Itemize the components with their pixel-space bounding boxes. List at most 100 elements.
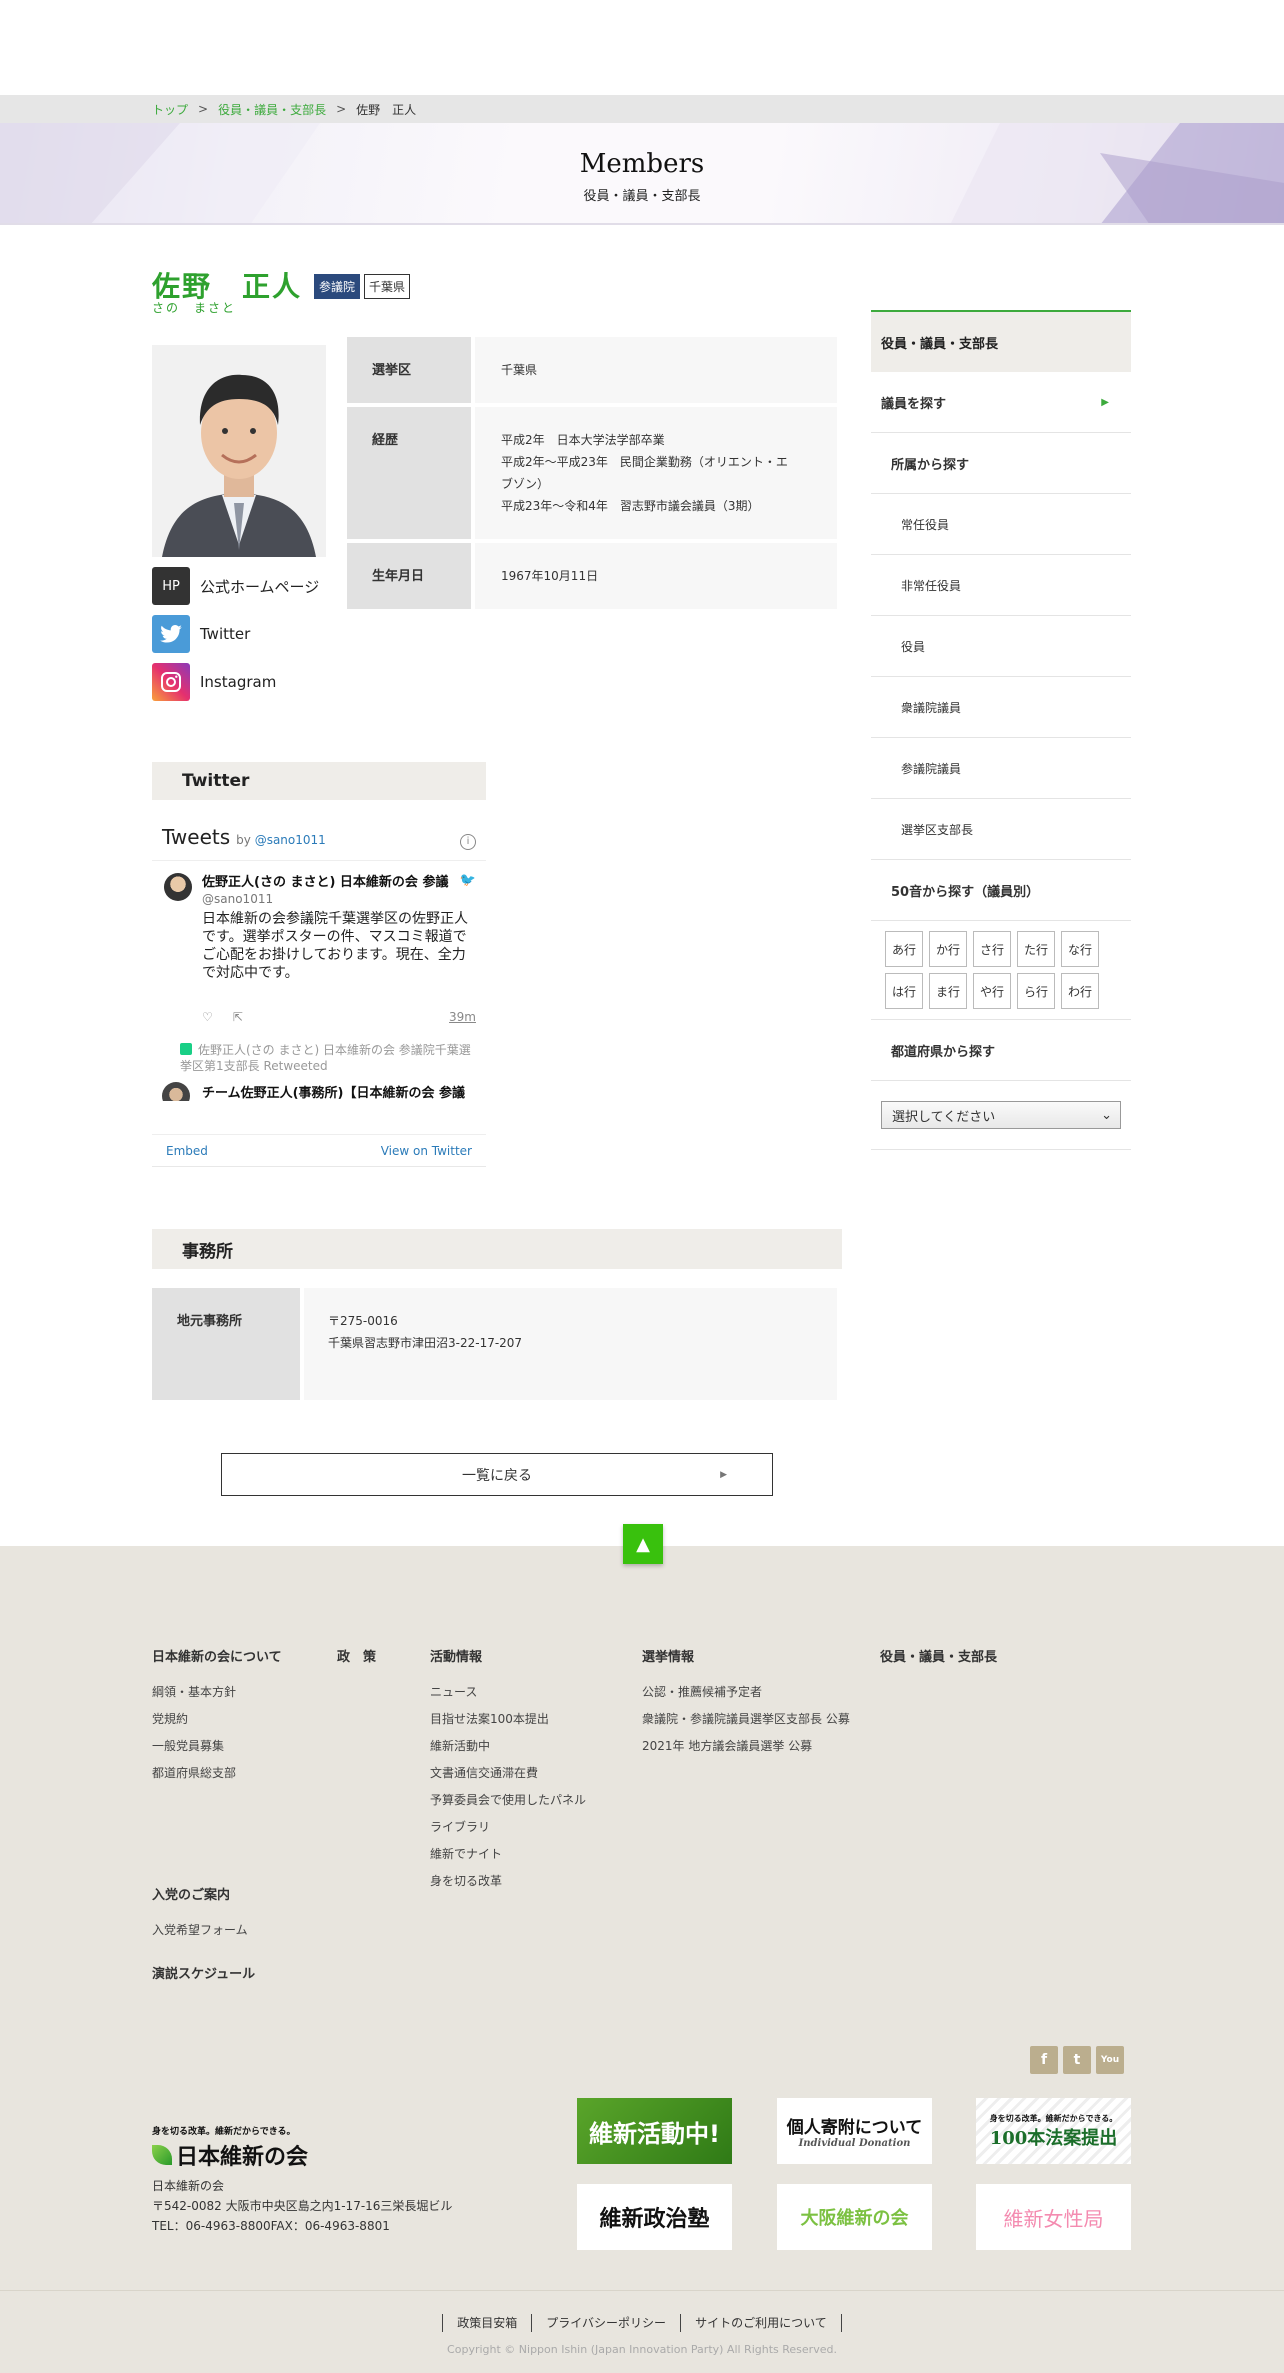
banner-seiji-juku[interactable]: 維新政治塾 [577, 2184, 732, 2250]
footer-link[interactable]: 維新でナイト [430, 1845, 586, 1862]
sidebar-search-members[interactable]: 議員を探す ▶ [871, 372, 1131, 433]
banner-osaka-ishin[interactable]: 大阪維新の会 [777, 2184, 932, 2250]
top-header [0, 0, 1284, 95]
footer-logo[interactable]: 身を切る改革。維新だからできる。 日本維新の会 [152, 2124, 308, 2171]
kana-button-sa[interactable]: さ行 [973, 931, 1011, 967]
footer-link[interactable]: 党規約 [152, 1710, 282, 1727]
embed-link[interactable]: Embed [166, 1144, 208, 1158]
sidebar-by-prefecture[interactable]: 都道府県から探す [871, 1020, 1131, 1081]
banner-ishin-katsudo[interactable]: 維新活動中! [577, 2098, 732, 2164]
footer-link[interactable]: 身を切る改革 [430, 1872, 586, 1889]
footer-link[interactable]: ライブラリ [430, 1818, 586, 1835]
avatar[interactable] [162, 1082, 190, 1101]
avatar[interactable] [164, 873, 192, 901]
twitter-icon[interactable]: t [1063, 2046, 1091, 2074]
sidebar-item-lower-house[interactable]: 衆議院議員 [871, 677, 1131, 738]
timeline-header: Tweets by @sano1011 i [152, 815, 486, 860]
footer-join-heading[interactable]: 入党のご案内 [152, 1884, 230, 1903]
sidebar-by-kana[interactable]: 50音から探す（議員別） [871, 860, 1131, 921]
office-label: 地元事務所 [152, 1288, 304, 1400]
tweet-author-name[interactable]: チーム佐野正人(事務所)【日本維新の会 参議 [152, 1074, 486, 1101]
twitter-section-heading: Twitter [152, 762, 486, 800]
twitter-label: Twitter [200, 625, 251, 643]
instagram-link[interactable]: Instagram [152, 663, 319, 701]
youtube-icon[interactable]: You [1096, 2046, 1124, 2074]
footer-heading[interactable]: 活動情報 [430, 1646, 586, 1665]
banner-donation-title: 個人寄附について [786, 2118, 923, 2138]
facebook-icon[interactable]: f [1030, 2046, 1058, 2074]
footer-link[interactable]: 2021年 地方議会議員選挙 公募 [642, 1737, 850, 1754]
footer-link[interactable]: 一般党員募集 [152, 1737, 282, 1754]
tweet2-author: チーム佐野正人(事務所)【日本維新の会 参議 [202, 1086, 466, 1101]
kana-button-ha[interactable]: は行 [885, 973, 923, 1009]
footer-link[interactable]: ニュース [430, 1683, 586, 1700]
sidebar-item-branch-heads[interactable]: 選挙区支部長 [871, 799, 1131, 860]
view-on-twitter-link[interactable]: View on Twitter [381, 1144, 472, 1158]
tweet-item[interactable]: 🐦 佐野正人(さの まさと) 日本維新の会 参議 @sano1011 日本維新の… [152, 860, 486, 1028]
footer-link-opinion-box[interactable]: 政策目安箱 [442, 2314, 531, 2332]
footer-heading[interactable]: 政 策 [337, 1646, 376, 1665]
back-to-list-button[interactable]: 一覧に戻る ▶ [221, 1453, 773, 1496]
kana-button-ka[interactable]: か行 [929, 931, 967, 967]
footer-link-terms[interactable]: サイトのご利用について [680, 2314, 842, 2332]
kana-button-a[interactable]: あ行 [885, 931, 923, 967]
kana-button-wa[interactable]: わ行 [1061, 973, 1099, 1009]
footer-link[interactable]: 都道府県総支部 [152, 1764, 282, 1781]
like-icon[interactable]: ♡ [202, 1010, 213, 1024]
tweet-author-handle[interactable]: @sano1011 [202, 892, 476, 906]
tweet-timestamp[interactable]: 39m [449, 1010, 476, 1024]
back-to-top-button[interactable]: ▲ [623, 1524, 663, 1564]
timeline-handle-link[interactable]: @sano1011 [255, 833, 326, 847]
sidebar-item-officers[interactable]: 役員 [871, 616, 1131, 677]
footer-heading[interactable]: 役員・議員・支部長 [880, 1646, 997, 1665]
sidebar-item-standing-officers[interactable]: 常任役員 [871, 494, 1131, 555]
breadcrumb-separator: > [198, 102, 209, 116]
prefecture-select[interactable]: 選択してください ⌄ [881, 1101, 1121, 1129]
retweet-note: 佐野正人(さの まさと) 日本維新の会 参議院千葉選挙区第1支部長 Retwee… [152, 1028, 486, 1074]
prefecture-select-wrapper: 選択してください ⌄ [871, 1081, 1131, 1150]
homepage-icon: HP [152, 567, 190, 605]
sidebar-item-non-standing-officers[interactable]: 非常任役員 [871, 555, 1131, 616]
footer-link[interactable]: 維新活動中 [430, 1737, 586, 1754]
sidebar-item-upper-house[interactable]: 参議院議員 [871, 738, 1131, 799]
tweet-author-name[interactable]: 佐野正人(さの まさと) 日本維新の会 参議 [202, 871, 457, 890]
logo-name: 日本維新の会 [176, 2144, 309, 2170]
footer-link-privacy[interactable]: プライバシーポリシー [531, 2314, 680, 2332]
footer-link[interactable]: 綱領・基本方針 [152, 1683, 282, 1700]
footer-heading[interactable]: 選挙情報 [642, 1646, 850, 1665]
logo-tagline: 身を切る改革。維新だからできる。 [152, 2127, 296, 2137]
profile-table: 選挙区 千葉県 経歴 平成2年 日本大学法学部卒業 平成2年～平成23年 民間企… [347, 333, 837, 613]
homepage-link[interactable]: HP 公式ホームページ [152, 567, 319, 605]
kana-button-ma[interactable]: ま行 [929, 973, 967, 1009]
footer-speech-schedule[interactable]: 演説スケジュール [152, 1963, 255, 1982]
office-table: 地元事務所 〒275-0016 千葉県習志野市津田沼3-22-17-207 [152, 1288, 837, 1400]
timeline-footer: Embed View on Twitter [152, 1134, 486, 1166]
member-photo [152, 345, 326, 557]
twitter-link[interactable]: Twitter [152, 615, 319, 653]
banner-women-bureau[interactable]: 維新女性局 [976, 2184, 1131, 2250]
breadcrumb-members[interactable]: 役員・議員・支部長 [218, 101, 326, 118]
member-name-kana: さの まさと [152, 301, 237, 315]
banner-100-bills[interactable]: 身を切る改革。維新だからできる。 100本法案提出 [976, 2098, 1131, 2164]
info-icon[interactable]: i [460, 834, 476, 850]
footer-join-form-link[interactable]: 入党希望フォーム [152, 1921, 248, 1938]
house-badge: 参議院 [314, 274, 361, 299]
footer-link[interactable]: 予算委員会で使用したパネル [430, 1791, 586, 1808]
kana-button-ya[interactable]: や行 [973, 973, 1011, 1009]
chevron-down-icon: ⌄ [1101, 1107, 1112, 1123]
breadcrumb-current: 佐野 正人 [356, 102, 417, 117]
retweet-icon [180, 1043, 192, 1055]
kana-button-na[interactable]: な行 [1061, 931, 1099, 967]
twitter-timeline[interactable]: Tweets by @sano1011 i 🐦 佐野正人(さの まさと) 日本維… [152, 815, 486, 1167]
banner-donation[interactable]: 個人寄附について Individual Donation [777, 2098, 932, 2164]
kana-button-ta[interactable]: た行 [1017, 931, 1055, 967]
sidebar-by-affiliation[interactable]: 所属から探す [871, 433, 1131, 494]
kana-button-ra[interactable]: ら行 [1017, 973, 1055, 1009]
footer-link[interactable]: 衆議院・参議院議員選挙区支部長 公募 [642, 1710, 850, 1727]
footer-link[interactable]: 目指せ法案100本提出 [430, 1710, 586, 1727]
share-icon[interactable]: ⇱ [233, 1010, 243, 1024]
footer-heading[interactable]: 日本維新の会について [152, 1646, 282, 1665]
footer-link[interactable]: 文書通信交通滞在費 [430, 1764, 586, 1781]
breadcrumb-home[interactable]: トップ [152, 101, 188, 118]
footer-link[interactable]: 公認・推薦候補予定者 [642, 1683, 850, 1700]
